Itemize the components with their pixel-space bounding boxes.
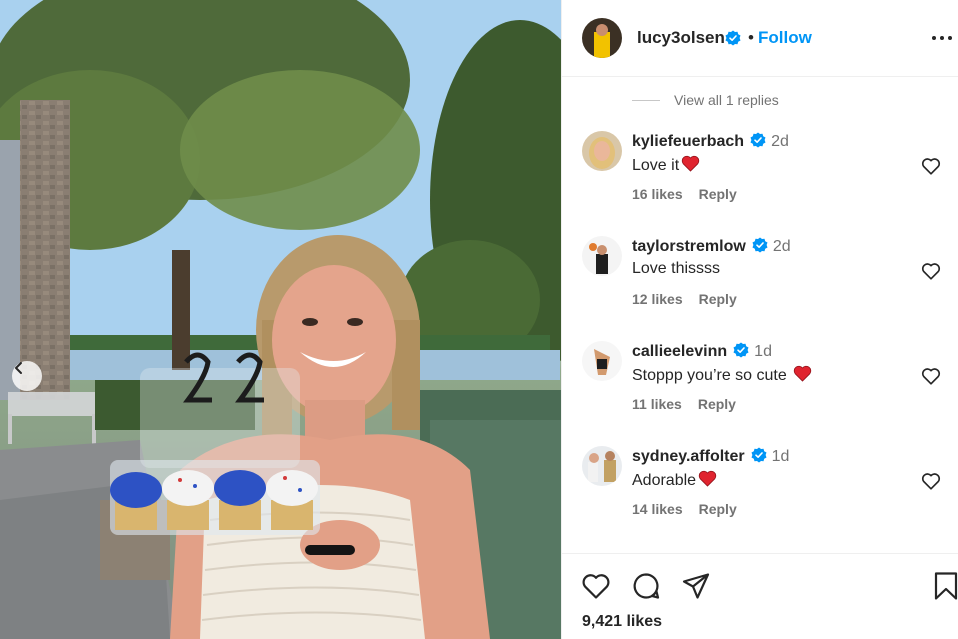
verified-badge-icon	[725, 30, 741, 46]
comment-icon[interactable]	[630, 570, 662, 602]
comment-time[interactable]: 1d	[754, 343, 772, 360]
post-photo	[0, 0, 561, 639]
heart-icon[interactable]	[920, 260, 942, 282]
comment-text: Stoppp you’re so cute	[632, 365, 812, 385]
heart-icon[interactable]	[920, 470, 942, 492]
share-icon[interactable]	[680, 570, 712, 602]
comment-username[interactable]: taylorstremlow	[632, 238, 746, 255]
comment-likes[interactable]: 14 likes	[632, 501, 683, 517]
comment-likes[interactable]: 11 likes	[632, 396, 682, 412]
comment-meta: 14 likes Reply	[632, 501, 737, 517]
comment-body: Adorable	[632, 472, 697, 489]
photo-scene	[0, 0, 561, 639]
post-side-panel: lucy3olsen • Follow View all 1 replies k…	[562, 0, 958, 639]
commenter-avatar[interactable]	[582, 131, 622, 171]
comment-meta: 12 likes Reply	[632, 291, 737, 307]
comment-time[interactable]: 1d	[772, 448, 790, 465]
verified-badge-icon	[751, 447, 767, 463]
commenter-avatar[interactable]	[582, 446, 622, 486]
comment-username[interactable]: sydney.affolter	[632, 448, 745, 465]
view-replies-link[interactable]: View all 1 replies	[632, 92, 779, 108]
post-likes-count[interactable]: 9,421 likes	[582, 613, 662, 631]
commenter-avatar[interactable]	[582, 341, 622, 381]
comment-body: Love it	[632, 157, 680, 174]
post-header: lucy3olsen • Follow	[562, 0, 958, 77]
comment-text: Love thissss	[632, 260, 720, 278]
comment-time[interactable]: 2d	[773, 238, 791, 255]
commenter-avatar[interactable]	[582, 236, 622, 276]
view-replies-label: View all 1 replies	[674, 92, 779, 108]
comment-item: callieelevinn 1d Stoppp you’re so cute 11…	[562, 341, 958, 441]
reply-button[interactable]: Reply	[699, 501, 737, 517]
comment-body: Stoppp you’re so cute	[632, 367, 787, 384]
separator-dot: •	[748, 28, 754, 47]
post-actions-bar: 9,421 likes	[562, 553, 958, 639]
comment-item: kyliefeuerbach 2d Love it 16 likes Reply	[562, 131, 958, 231]
comment-meta: 11 likes Reply	[632, 396, 736, 412]
comment-meta: 16 likes Reply	[632, 186, 737, 202]
heart-icon[interactable]	[920, 155, 942, 177]
comment-text: Adorable	[632, 470, 717, 490]
heart-icon[interactable]	[920, 365, 942, 387]
comment-username[interactable]: kyliefeuerbach	[632, 133, 744, 150]
comment-body: Love thissss	[632, 260, 721, 277]
comment-header: callieelevinn 1d	[632, 342, 772, 361]
red-heart-emoji-icon	[793, 365, 811, 382]
reply-button[interactable]: Reply	[698, 396, 736, 412]
author-username[interactable]: lucy3olsen	[637, 28, 725, 48]
comment-item: sydney.affolter 1d Adorable 14 likes Reply	[562, 446, 958, 546]
follow-button[interactable]: Follow	[758, 28, 812, 48]
comment-likes[interactable]: 16 likes	[632, 186, 683, 202]
verified-badge-icon	[733, 342, 749, 358]
chevron-left-icon	[15, 362, 22, 374]
red-heart-emoji-icon	[681, 155, 700, 172]
comment-username[interactable]: callieelevinn	[632, 343, 727, 360]
comment-header: sydney.affolter 1d	[632, 447, 789, 466]
comment-likes[interactable]: 12 likes	[632, 291, 683, 307]
carousel-prev-button[interactable]	[12, 361, 42, 391]
comment-header: taylorstremlow 2d	[632, 237, 791, 256]
verified-badge-icon	[750, 132, 766, 148]
verified-badge-icon	[752, 237, 768, 253]
comment-text: Love it	[632, 155, 700, 175]
red-heart-emoji-icon	[698, 470, 717, 487]
reply-button[interactable]: Reply	[699, 291, 737, 307]
more-options-icon[interactable]	[930, 26, 954, 50]
comment-item: taylorstremlow 2d Love thissss 12 likes Re…	[562, 236, 958, 336]
reply-button[interactable]: Reply	[699, 186, 737, 202]
comment-time[interactable]: 2d	[771, 133, 789, 150]
comment-header: kyliefeuerbach 2d	[632, 132, 789, 151]
like-post-icon[interactable]	[580, 570, 612, 602]
bookmark-icon[interactable]	[930, 570, 958, 602]
author-avatar[interactable]	[582, 18, 622, 58]
replies-divider-line	[632, 99, 660, 101]
